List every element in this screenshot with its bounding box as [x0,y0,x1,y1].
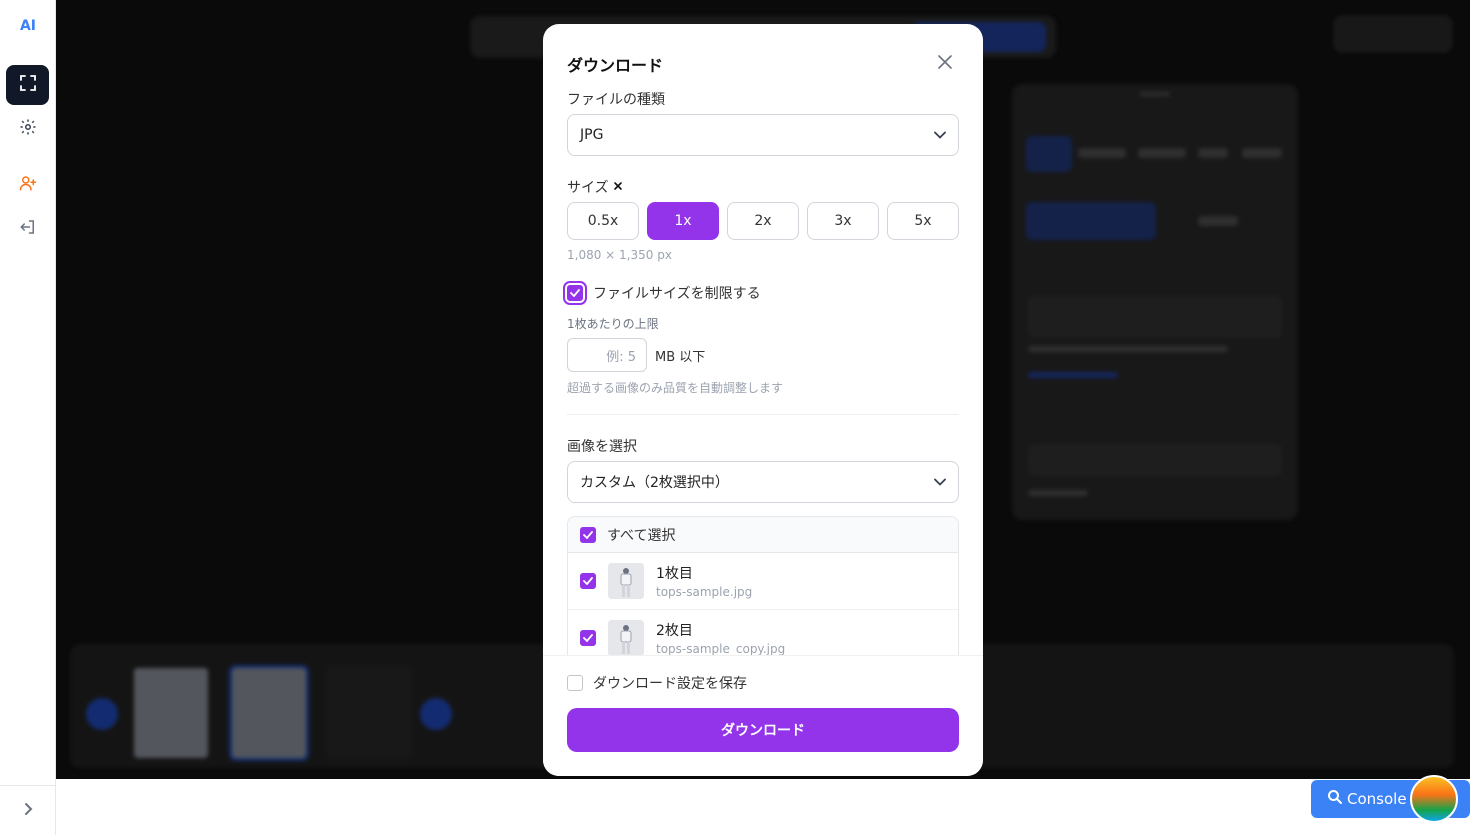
dialog-title: ダウンロード [567,56,664,75]
top-right-button [1334,16,1452,52]
file-type-label: ファイルの種類 [567,92,665,108]
sidebar-item-add-user[interactable] [6,165,49,205]
app-logo: AI [19,18,37,34]
chevron-right-icon [23,801,33,820]
save-settings-label: ダウンロード設定を保存 [593,676,747,692]
close-icon [938,54,952,73]
console-label: Console [1347,790,1407,808]
image-filename: tops-sample_copy.jpg [656,642,786,656]
size-x-icon [613,179,623,195]
limit-hint: 超過する画像のみ品質を自動調整します [567,381,784,395]
sidebar-item-logout[interactable] [6,209,49,249]
size-label: サイズ [567,180,609,196]
size-option-1x[interactable]: 1x [647,202,719,240]
sidebar-item-fullscreen[interactable] [6,65,49,105]
download-dialog: ダウンロード ファイルの種類 JPG サイズ 0.5x 1x 2x 3x 5x … [543,24,983,776]
chevron-down-icon [934,127,946,143]
fullscreen-icon [19,74,37,96]
size-options: 0.5x 1x 2x 3x 5x [567,202,959,240]
image-checkbox[interactable] [580,573,596,589]
image-thumbnail [608,620,644,656]
search-icon [1327,789,1343,809]
image-select[interactable]: カスタム（2枚選択中） [567,461,959,503]
image-thumbnail [608,563,644,599]
image-filename: tops-sample.jpg [656,585,753,599]
file-type-value: JPG [580,127,604,143]
mb-unit-label: MB 以下 [655,350,706,365]
per-image-label: 1枚あたりの上限 [567,317,659,331]
sidebar-item-settings[interactable] [6,109,49,149]
dialog-footer: ダウンロード設定を保存 ダウンロード [543,655,983,776]
avatar[interactable] [1410,775,1458,823]
add-user-icon [19,174,37,196]
limit-file-size-label: ファイルサイズを制限する [593,286,761,302]
sidebar: AI [0,0,56,835]
limit-file-size-row: ファイルサイズを制限する [563,281,761,305]
image-name: 1枚目 [656,566,693,582]
image-select-label: 画像を選択 [567,439,637,455]
select-all-row[interactable]: すべて選択 [568,517,958,553]
size-option-0-5x[interactable]: 0.5x [567,202,639,240]
close-button[interactable] [933,52,957,74]
divider [567,414,959,415]
dimensions-text: 1,080 × 1,350 px [567,248,672,262]
file-type-select[interactable]: JPG [567,114,959,156]
size-option-3x[interactable]: 3x [807,202,879,240]
logout-icon [19,218,37,240]
select-all-label: すべて選択 [607,527,676,544]
chevron-down-icon [934,474,946,490]
download-button[interactable]: ダウンロード [567,708,959,752]
image-list: すべて選択 1枚目 tops-sample.jpg 2枚目 tops-sampl… [567,516,959,666]
image-name: 2枚目 [656,623,693,639]
list-item[interactable]: 1枚目 tops-sample.jpg [568,553,958,610]
select-all-checkbox[interactable] [580,526,596,543]
sidebar-expand-button[interactable] [0,785,56,835]
image-select-value: カスタム（2枚選択中） [580,475,729,491]
size-option-5x[interactable]: 5x [887,202,959,240]
size-label-row: サイズ [567,177,623,197]
save-settings-checkbox[interactable] [567,675,583,691]
save-settings-row: ダウンロード設定を保存 [567,673,747,693]
gear-icon [19,118,37,140]
limit-file-size-checkbox[interactable] [563,281,587,305]
size-option-2x[interactable]: 2x [727,202,799,240]
max-mb-input[interactable]: 例: 5 [567,338,647,372]
right-settings-panel [1012,84,1298,520]
image-checkbox[interactable] [580,630,596,646]
